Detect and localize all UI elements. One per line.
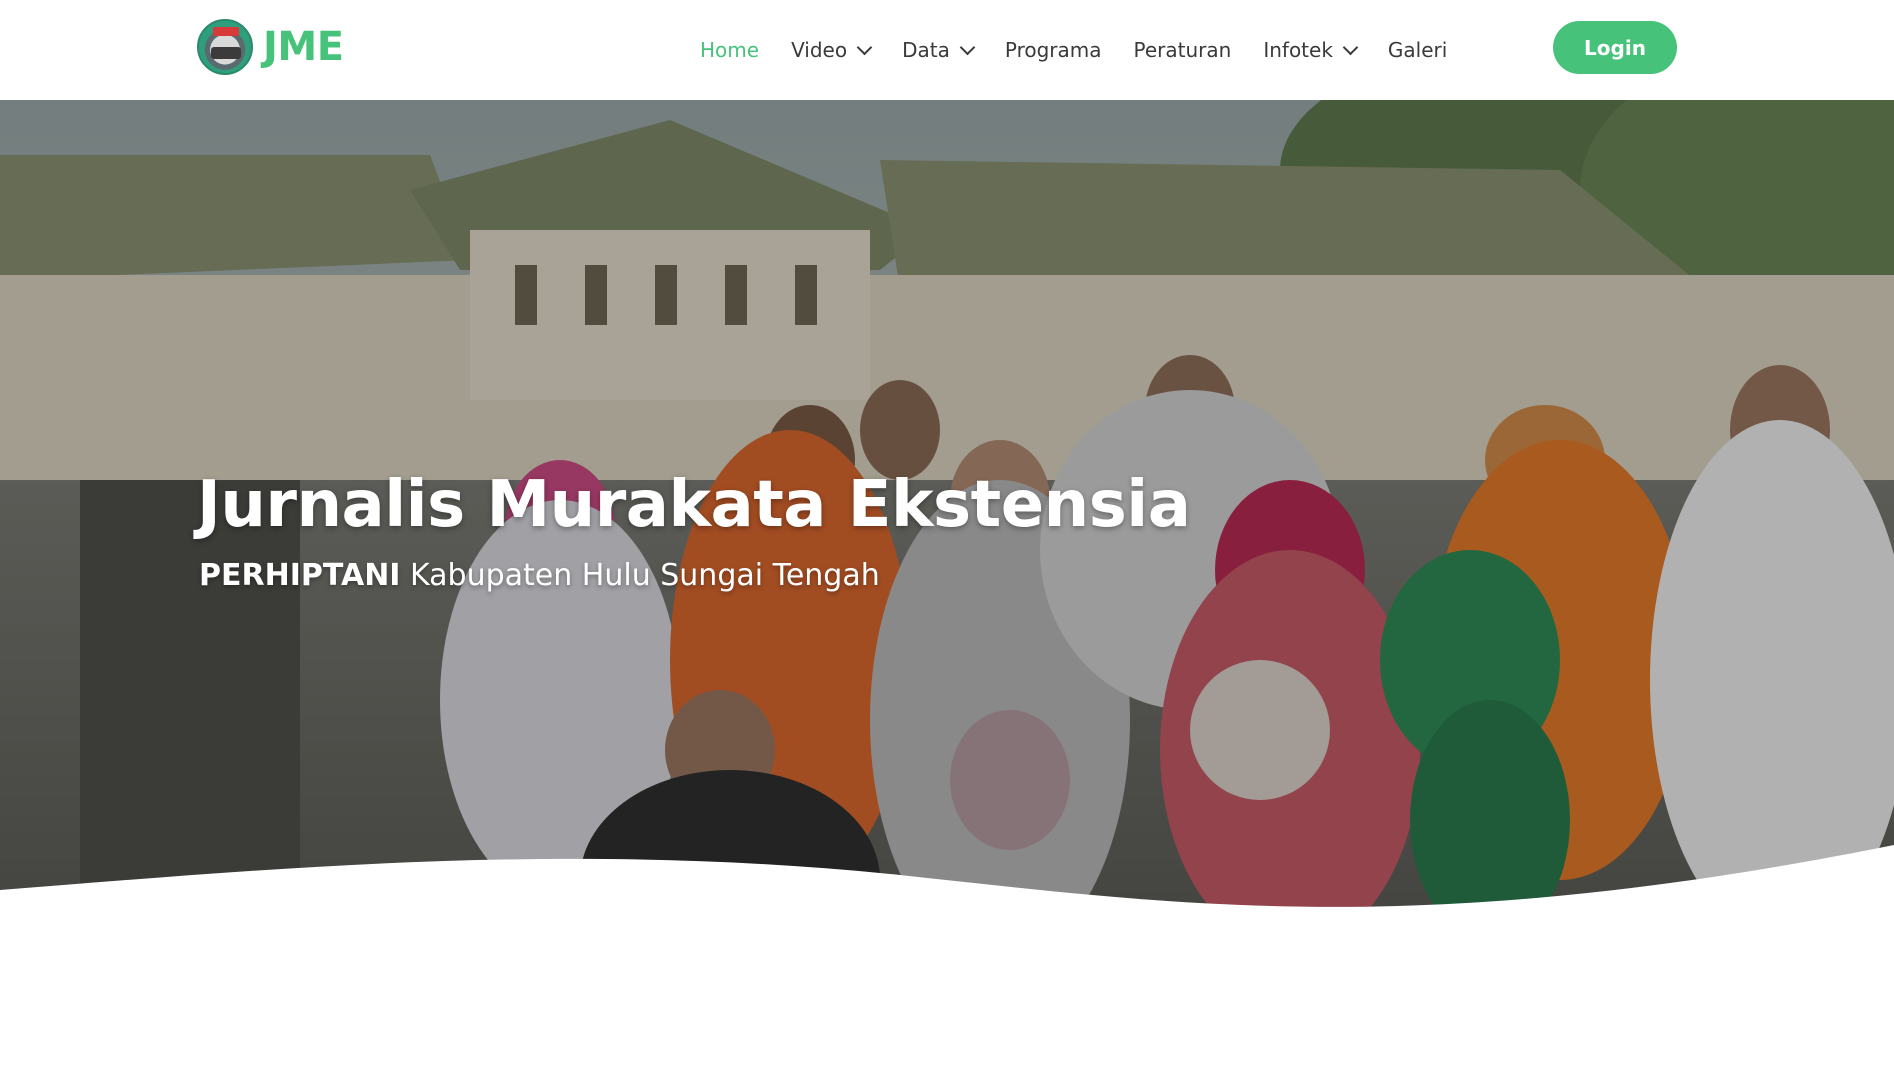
chevron-down-icon <box>959 39 976 55</box>
main-nav: Home Video Data Programa Peraturan Infot… <box>700 0 1479 100</box>
nav-item-programa[interactable]: Programa <box>1005 38 1102 62</box>
nav-item-label: Video <box>791 38 848 62</box>
nav-item-home[interactable]: Home <box>700 38 759 62</box>
brand-name: JME <box>263 24 344 70</box>
login-button[interactable]: Login <box>1553 21 1677 74</box>
chevron-down-icon <box>1342 39 1359 55</box>
hero-wave-divider <box>0 845 1894 940</box>
nav-item-data[interactable]: Data <box>902 38 976 62</box>
nav-item-label: Galeri <box>1387 38 1448 62</box>
jme-logo <box>197 19 253 75</box>
site-header: JME Home Video Data Programa Peraturan I… <box>0 0 1894 100</box>
nav-item-peraturan[interactable]: Peraturan <box>1134 38 1232 62</box>
brand-link[interactable]: JME <box>197 18 344 76</box>
hero-section: Jurnalis Murakata Ekstensia PERHIPTANI K… <box>0 100 1894 940</box>
nav-item-label: Programa <box>1004 38 1102 62</box>
nav-item-video[interactable]: Video <box>791 38 873 62</box>
nav-item-label: Infotek <box>1263 38 1333 62</box>
nav-item-infotek[interactable]: Infotek <box>1263 38 1359 62</box>
nav-item-galeri[interactable]: Galeri <box>1388 38 1447 62</box>
nav-item-label: Data <box>902 38 950 62</box>
nav-item-label: Home <box>700 38 760 62</box>
nav-item-label: Peraturan <box>1133 38 1232 62</box>
chevron-down-icon <box>856 39 873 55</box>
